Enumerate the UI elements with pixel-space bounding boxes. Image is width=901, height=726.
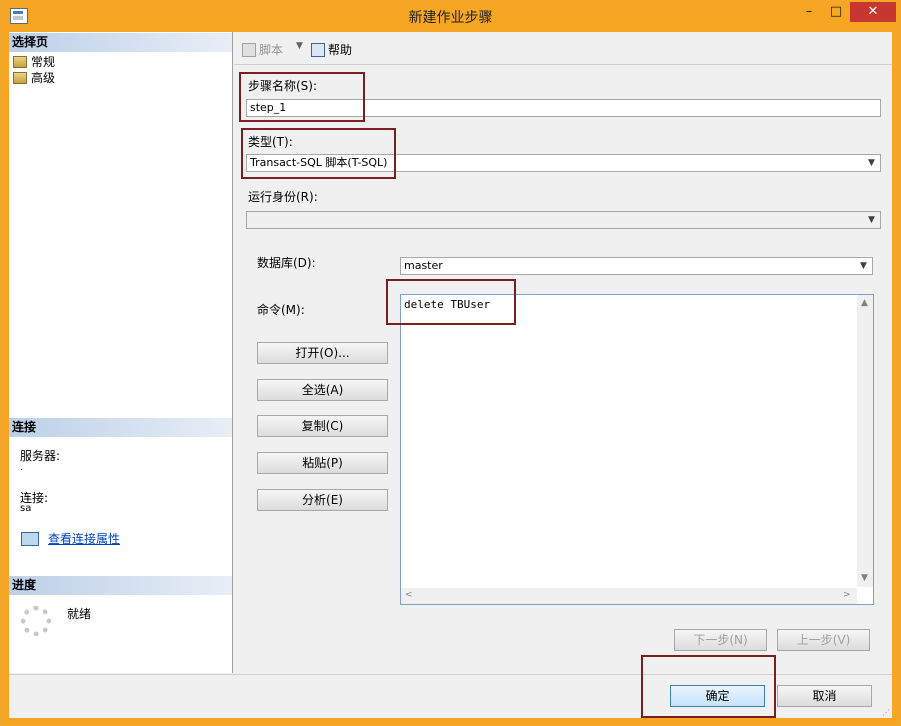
type-label: 类型(T):: [248, 135, 293, 149]
database-label: 数据库(D):: [257, 256, 316, 270]
chevron-down-icon: ▼: [860, 261, 867, 271]
previous-step-button[interactable]: 上一步(V): [777, 629, 870, 651]
scroll-right-icon[interactable]: >: [843, 590, 851, 600]
nav-item-label: 高级: [31, 71, 56, 85]
server-value: .: [20, 462, 24, 473]
open-button[interactable]: 打开(O)...: [257, 342, 388, 364]
run-as-label: 运行身份(R):: [248, 190, 318, 204]
paste-button[interactable]: 粘贴(P): [257, 452, 388, 474]
connection-value: sa: [20, 503, 32, 514]
view-connection-properties-link[interactable]: 查看连接属性: [48, 530, 120, 547]
left-pane: 选择页 常规 高级 连接 服务器: . 连接: sa 查看连接属性 进度 就绪: [9, 32, 233, 673]
database-value: master: [404, 259, 443, 272]
connection-properties-icon: [21, 532, 39, 546]
page-icon: [13, 72, 27, 84]
script-icon: [242, 43, 256, 57]
dialog-window: 新建作业步骤 – □ ✕ 选择页 常规 高级 连接 服务器: . 连接: sa …: [0, 0, 901, 726]
minimize-button[interactable]: –: [796, 2, 822, 22]
close-button[interactable]: ✕: [850, 2, 896, 22]
database-select[interactable]: master ▼: [400, 257, 873, 275]
command-label: 命令(M):: [257, 303, 305, 317]
chevron-down-icon: ▼: [868, 158, 875, 168]
dialog-client: 选择页 常规 高级 连接 服务器: . 连接: sa 查看连接属性 进度 就绪 …: [9, 32, 892, 718]
command-text: delete TBUser: [404, 298, 491, 311]
general-page: 步骤名称(S): step_1 类型(T): Transact-SQL 脚本(T…: [234, 65, 892, 673]
script-button[interactable]: 脚本: [242, 41, 283, 58]
help-button[interactable]: 帮助: [311, 41, 352, 58]
nav-item-advanced[interactable]: 高级: [13, 70, 55, 86]
help-icon: [311, 43, 325, 57]
resize-grip-icon[interactable]: ⋰: [882, 708, 890, 717]
scroll-up-icon[interactable]: ▲: [861, 298, 868, 308]
copy-button[interactable]: 复制(C): [257, 415, 388, 437]
progress-header: 进度: [9, 576, 232, 595]
progress-status: 就绪: [67, 607, 92, 621]
progress-spinner-icon: [21, 606, 51, 636]
command-textarea[interactable]: delete TBUser ▲ ▼ < >: [400, 294, 874, 605]
chevron-down-icon: ▼: [868, 215, 875, 225]
parse-button[interactable]: 分析(E): [257, 489, 388, 511]
maximize-button[interactable]: □: [823, 2, 849, 22]
step-name-label: 步骤名称(S):: [248, 79, 318, 93]
nav-item-label: 常规: [31, 55, 56, 69]
window-title: 新建作业步骤: [408, 10, 493, 26]
run-as-select[interactable]: ▼: [246, 211, 881, 229]
select-page-header: 选择页: [9, 33, 232, 52]
type-select[interactable]: Transact-SQL 脚本(T-SQL) ▼: [246, 154, 881, 172]
scroll-down-icon[interactable]: ▼: [861, 573, 868, 583]
next-step-button[interactable]: 下一步(N): [674, 629, 767, 651]
cancel-button[interactable]: 取消: [777, 685, 872, 707]
step-name-input[interactable]: step_1: [246, 99, 881, 117]
select-all-button[interactable]: 全选(A): [257, 379, 388, 401]
nav-item-general[interactable]: 常规: [13, 54, 55, 70]
page-icon: [13, 56, 27, 68]
type-value: Transact-SQL 脚本(T-SQL): [250, 156, 388, 169]
help-label: 帮助: [328, 43, 353, 57]
toolbar: 脚本 ▼ 帮助: [234, 32, 892, 65]
footer-bar: 确定 取消 ⋰: [9, 655, 892, 719]
script-dropdown-icon[interactable]: ▼: [296, 41, 303, 51]
script-label: 脚本: [259, 43, 284, 57]
ok-button[interactable]: 确定: [670, 685, 765, 707]
vertical-scrollbar[interactable]: ▲ ▼: [857, 295, 873, 587]
horizontal-scrollbar[interactable]: < >: [401, 588, 857, 604]
connection-header: 连接: [9, 418, 232, 437]
title-bar[interactable]: 新建作业步骤 – □ ✕: [1, 1, 900, 32]
server-label: 服务器:: [20, 449, 61, 463]
scroll-left-icon[interactable]: <: [405, 590, 413, 600]
